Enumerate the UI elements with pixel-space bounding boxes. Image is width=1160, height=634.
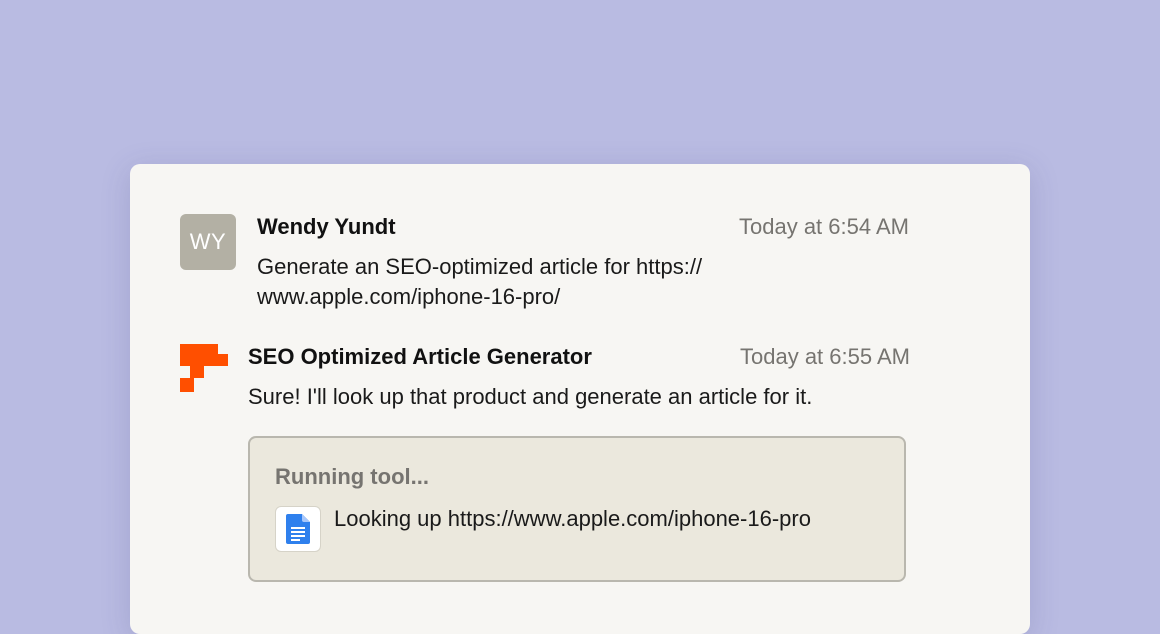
tool-status-title: Running tool... [275,464,429,489]
message-header: Wendy Yundt Today at 6:54 AM [257,214,909,246]
avatar: WY [180,214,236,270]
message-body: SEO Optimized Article Generator Today at… [248,344,910,582]
message-text: Generate an SEO-optimized article for ht… [257,254,703,309]
tool-status-text: Looking up https://www.apple.com/iphone-… [334,506,811,531]
sender-name: SEO Optimized Article Generator [248,344,592,369]
message-header: SEO Optimized Article Generator Today at… [248,344,910,376]
message-text: Sure! I'll look up that product and gene… [248,384,813,409]
sender-name: Wendy Yundt [257,214,396,239]
message-timestamp: Today at 6:54 AM [739,214,909,239]
message-timestamp: Today at 6:55 AM [740,344,910,369]
message-body: Wendy Yundt Today at 6:54 AM Generate an… [257,214,909,312]
zapier-logo-icon [180,344,228,392]
tool-status-box: Running tool... Looking up https://www.a… [248,436,906,582]
google-docs-icon [275,506,321,552]
chat-card: WY Wendy Yundt Today at 6:54 AM Generate… [130,164,1030,634]
document-icon [286,514,310,544]
